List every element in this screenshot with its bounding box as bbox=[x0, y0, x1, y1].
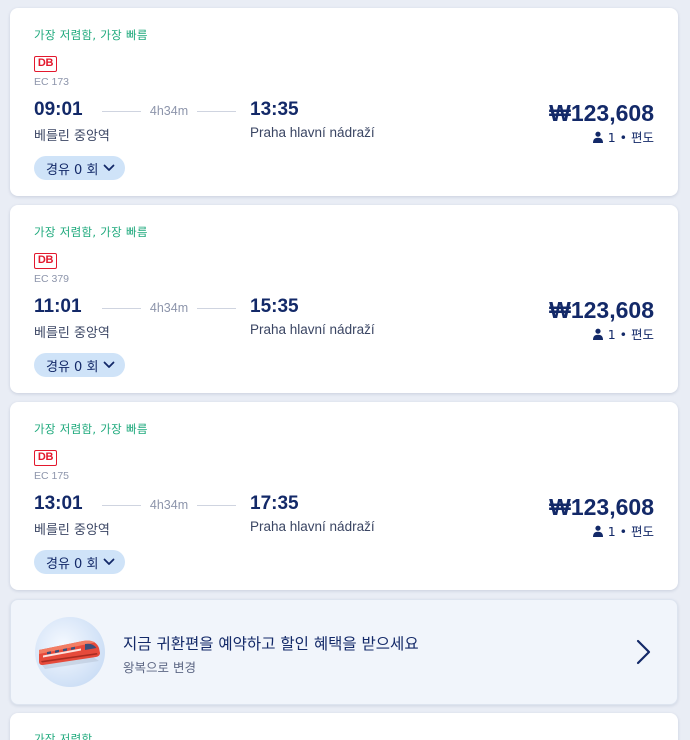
trip-card[interactable]: 가장 저렴함, 가장 빠름 DB EC 173 09:01 4h34m 13:3… bbox=[10, 8, 678, 196]
train-number: EC 175 bbox=[34, 470, 70, 482]
duration-label: 4h34m bbox=[149, 301, 189, 315]
departure-time: 11:01 bbox=[34, 296, 82, 317]
train-icon bbox=[35, 617, 105, 687]
db-logo: DB bbox=[34, 450, 57, 466]
departure-time: 13:01 bbox=[34, 493, 83, 514]
db-logo: DB bbox=[34, 56, 57, 72]
results-list: 가장 저렴함, 가장 빠름 DB EC 173 09:01 4h34m 13:3… bbox=[0, 0, 690, 740]
trip-card[interactable]: 가장 저렴함, 가장 빠름 DB EC 379 11:01 4h34m 15:3… bbox=[10, 205, 678, 393]
chevron-down-icon bbox=[104, 558, 115, 565]
passenger-info: 1 • 편도 bbox=[592, 324, 654, 343]
stops-toggle-button[interactable]: 경유 0 회 bbox=[34, 550, 126, 574]
price: ₩123,608 bbox=[549, 100, 654, 126]
arrival-time: 15:35 bbox=[250, 296, 299, 317]
passenger-label: 1 • 편도 bbox=[607, 130, 654, 145]
train-number: EC 173 bbox=[34, 76, 70, 88]
departure-time: 09:01 bbox=[34, 99, 83, 120]
trip-tag: 가장 저렴함, 가장 빠름 bbox=[34, 422, 148, 436]
duration: 4h34m bbox=[102, 494, 237, 516]
promo-title: 지금 귀환편을 예약하고 할인 혜택을 받으세요 bbox=[123, 635, 419, 653]
return-trip-promo[interactable]: 지금 귀환편을 예약하고 할인 혜택을 받으세요 왕복으로 변경 bbox=[10, 599, 678, 705]
arrival-station: Praha hlavní nádraží bbox=[250, 125, 375, 140]
person-icon bbox=[592, 131, 603, 143]
arrival-time: 17:35 bbox=[250, 493, 299, 514]
chevron-down-icon bbox=[104, 361, 115, 368]
trip-card-partial[interactable]: 가장 저렴함 bbox=[10, 713, 678, 740]
departure-station: 베를린 중앙역 bbox=[34, 326, 110, 341]
passenger-info: 1 • 편도 bbox=[592, 521, 654, 540]
train-illustration bbox=[39, 640, 100, 669]
passenger-info: 1 • 편도 bbox=[592, 127, 654, 146]
person-icon bbox=[592, 525, 603, 537]
db-logo: DB bbox=[34, 253, 57, 269]
trip-tag: 가장 저렴함, 가장 빠름 bbox=[34, 225, 148, 239]
stops-label: 경유 0 회 bbox=[46, 359, 99, 375]
duration-label: 4h34m bbox=[149, 104, 189, 118]
departure-station: 베를린 중앙역 bbox=[34, 523, 110, 538]
trip-tag: 가장 저렴함 bbox=[34, 732, 93, 740]
switch-round-trip-link[interactable]: 왕복으로 변경 bbox=[123, 657, 196, 676]
stops-label: 경유 0 회 bbox=[46, 556, 99, 572]
duration: 4h34m bbox=[102, 297, 237, 319]
stops-toggle-button[interactable]: 경유 0 회 bbox=[34, 156, 126, 180]
chevron-right-icon[interactable] bbox=[635, 638, 653, 666]
passenger-label: 1 • 편도 bbox=[607, 524, 654, 539]
duration: 4h34m bbox=[102, 100, 237, 122]
duration-label: 4h34m bbox=[149, 498, 189, 512]
stops-toggle-button[interactable]: 경유 0 회 bbox=[34, 353, 126, 377]
stops-label: 경유 0 회 bbox=[46, 162, 99, 178]
trip-card[interactable]: 가장 저렴함, 가장 빠름 DB EC 175 13:01 4h34m 17:3… bbox=[10, 402, 678, 590]
passenger-label: 1 • 편도 bbox=[607, 327, 654, 342]
arrival-station: Praha hlavní nádraží bbox=[250, 322, 375, 337]
arrival-time: 13:35 bbox=[250, 99, 299, 120]
departure-station: 베를린 중앙역 bbox=[34, 129, 110, 144]
chevron-down-icon bbox=[104, 164, 115, 171]
train-number: EC 379 bbox=[34, 273, 70, 285]
arrival-station: Praha hlavní nádraží bbox=[250, 519, 375, 534]
person-icon bbox=[592, 328, 603, 340]
trip-tag: 가장 저렴함, 가장 빠름 bbox=[34, 28, 148, 42]
price: ₩123,608 bbox=[549, 494, 654, 520]
price: ₩123,608 bbox=[549, 297, 654, 323]
